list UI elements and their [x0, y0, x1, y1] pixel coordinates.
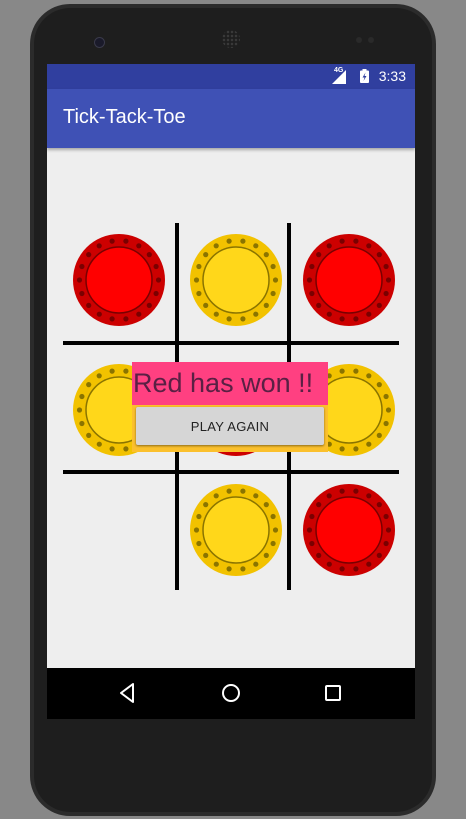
board-cell[interactable] [178, 470, 290, 590]
red-counter [303, 484, 395, 576]
yellow-counter [190, 484, 282, 576]
yellow-counter [190, 234, 282, 326]
board-cell[interactable] [291, 220, 403, 340]
recents-icon[interactable] [321, 681, 345, 705]
board-cell[interactable] [61, 470, 173, 590]
board-cell[interactable] [178, 220, 290, 340]
winner-panel: Red has won !! PLAY AGAIN [132, 362, 328, 452]
signal-icon [332, 70, 346, 84]
grid-line-horizontal [63, 341, 399, 345]
status-bar: 4G 3:33 [47, 64, 415, 89]
navigation-bar [47, 668, 415, 719]
home-icon[interactable] [219, 681, 243, 705]
battery-icon [360, 69, 369, 83]
sensor-icon [368, 37, 374, 43]
play-again-button[interactable]: PLAY AGAIN [136, 407, 324, 445]
app-bar: Tick-Tack-Toe [47, 89, 415, 148]
winner-message: Red has won !! [133, 368, 314, 398]
screen: 4G 3:33 Tick-Tack-Toe Red has won !! PLA… [47, 64, 415, 719]
app-title: Tick-Tack-Toe [63, 106, 186, 128]
play-again-container: PLAY AGAIN [132, 405, 328, 452]
front-camera-icon [94, 37, 105, 48]
status-time: 3:33 [378, 68, 406, 84]
red-counter [73, 234, 165, 326]
speaker-grille-icon [222, 30, 240, 48]
board-cell[interactable] [61, 220, 173, 340]
winner-message-bar: Red has won !! [132, 362, 328, 405]
sensor-icon [356, 37, 362, 43]
board-cell[interactable] [291, 470, 403, 590]
back-icon[interactable] [116, 681, 140, 705]
grid-line-horizontal [63, 470, 399, 474]
red-counter [303, 234, 395, 326]
